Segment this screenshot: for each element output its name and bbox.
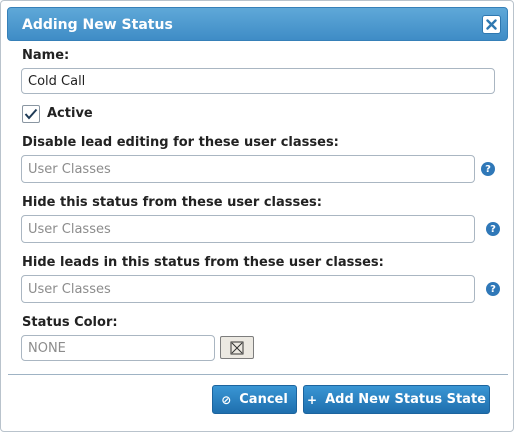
active-label: Active <box>47 106 93 121</box>
status-color-input[interactable]: NONE <box>21 335 215 361</box>
help-icon[interactable]: ? <box>486 222 500 236</box>
name-input[interactable]: Cold Call <box>21 68 495 94</box>
close-icon <box>486 19 497 30</box>
disable-editing-label: Disable lead editing for these user clas… <box>22 135 339 150</box>
footer-divider <box>8 374 508 375</box>
active-checkbox[interactable] <box>22 105 40 123</box>
hide-leads-label: Hide leads in this status from these use… <box>22 255 384 270</box>
add-status-button-label: Add New Status State <box>325 392 486 407</box>
close-button[interactable] <box>482 15 501 34</box>
checkmark-icon <box>24 108 38 120</box>
name-label: Name: <box>22 48 70 63</box>
hide-status-label: Hide this status from these user classes… <box>22 195 322 210</box>
color-picker-button[interactable] <box>220 336 254 359</box>
hide-leads-input[interactable]: User Classes <box>21 275 475 303</box>
dialog-title: Adding New Status <box>22 17 173 33</box>
no-color-icon <box>230 341 244 354</box>
help-icon[interactable]: ? <box>486 282 500 296</box>
add-status-dialog: Adding New Status Name: Cold Call Active… <box>0 0 514 432</box>
hide-status-input[interactable]: User Classes <box>21 215 475 243</box>
add-status-button[interactable]: + Add New Status State <box>303 385 490 414</box>
disable-editing-input[interactable]: User Classes <box>21 155 475 183</box>
help-icon[interactable]: ? <box>481 162 495 176</box>
plus-icon: + <box>307 392 318 407</box>
cancel-button-label: Cancel <box>239 392 288 407</box>
dialog-titlebar[interactable]: Adding New Status <box>7 7 508 41</box>
status-color-label: Status Color: <box>22 315 118 330</box>
cancel-button[interactable]: ⊘ Cancel <box>212 385 297 414</box>
cancel-icon: ⊘ <box>221 392 232 407</box>
